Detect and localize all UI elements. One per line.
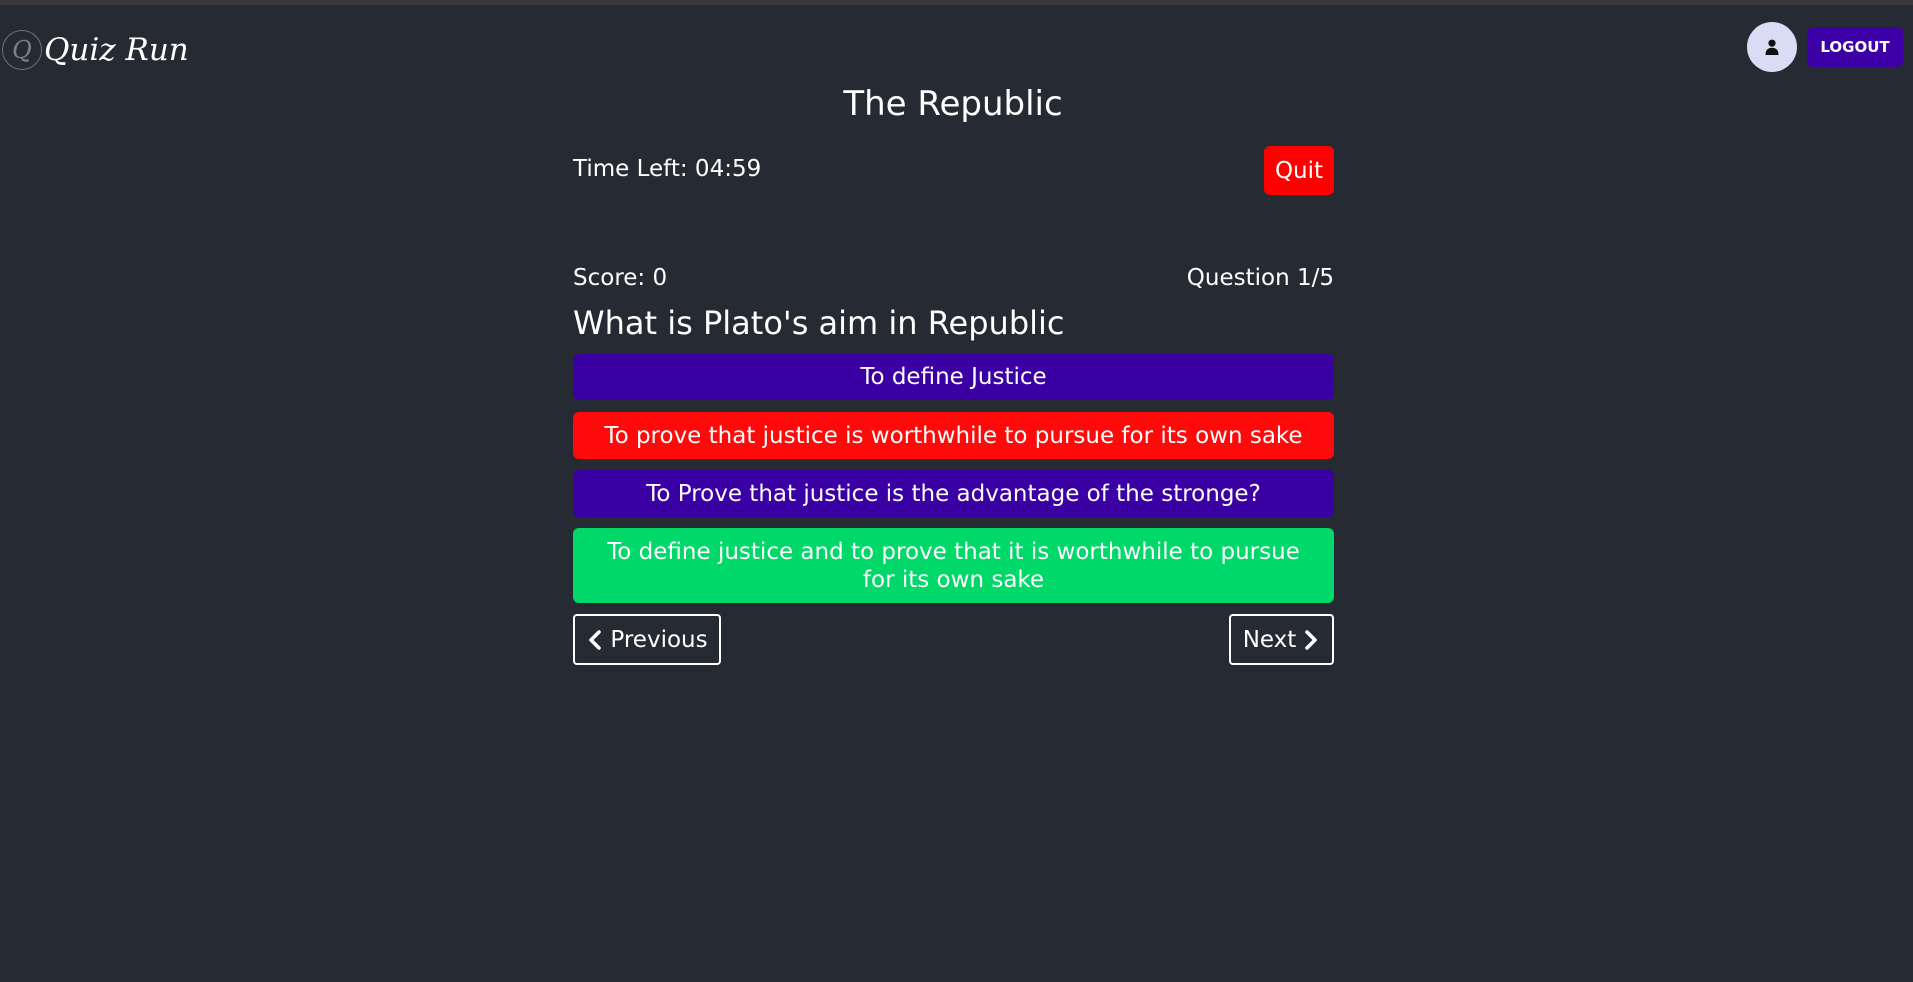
logout-button[interactable]: LOGOUT (1807, 27, 1903, 67)
previous-label: Previous (610, 626, 708, 653)
avatar-button[interactable] (1747, 22, 1797, 72)
chevron-left-icon (586, 629, 604, 651)
brand-name: Quiz Run (44, 32, 189, 68)
next-button[interactable]: Next (1229, 614, 1334, 665)
score-display: Score: 0 (573, 265, 668, 291)
quiz-title: The Republic (843, 84, 1063, 124)
quit-button[interactable]: Quit (1264, 146, 1334, 195)
answer-option-2[interactable]: To prove that justice is worthwhile to p… (573, 412, 1334, 459)
brand-logo: Q (2, 30, 42, 70)
next-label: Next (1242, 626, 1297, 653)
question-counter: Question 1/5 (1186, 265, 1334, 291)
navbar: Q Quiz Run LOGOUT (0, 5, 1913, 91)
chevron-right-icon (1302, 629, 1320, 651)
time-left: Time Left: 04:59 (573, 156, 762, 182)
question-text: What is Plato's aim in Republic (573, 304, 1065, 342)
brand-link[interactable]: Q Quiz Run (2, 30, 189, 70)
answer-option-1[interactable]: To define Justice (573, 354, 1334, 400)
answer-option-4[interactable]: To define justice and to prove that it i… (573, 528, 1334, 603)
previous-button[interactable]: Previous (573, 614, 721, 665)
answer-option-3[interactable]: To Prove that justice is the advantage o… (573, 470, 1334, 517)
user-icon (1765, 39, 1779, 55)
